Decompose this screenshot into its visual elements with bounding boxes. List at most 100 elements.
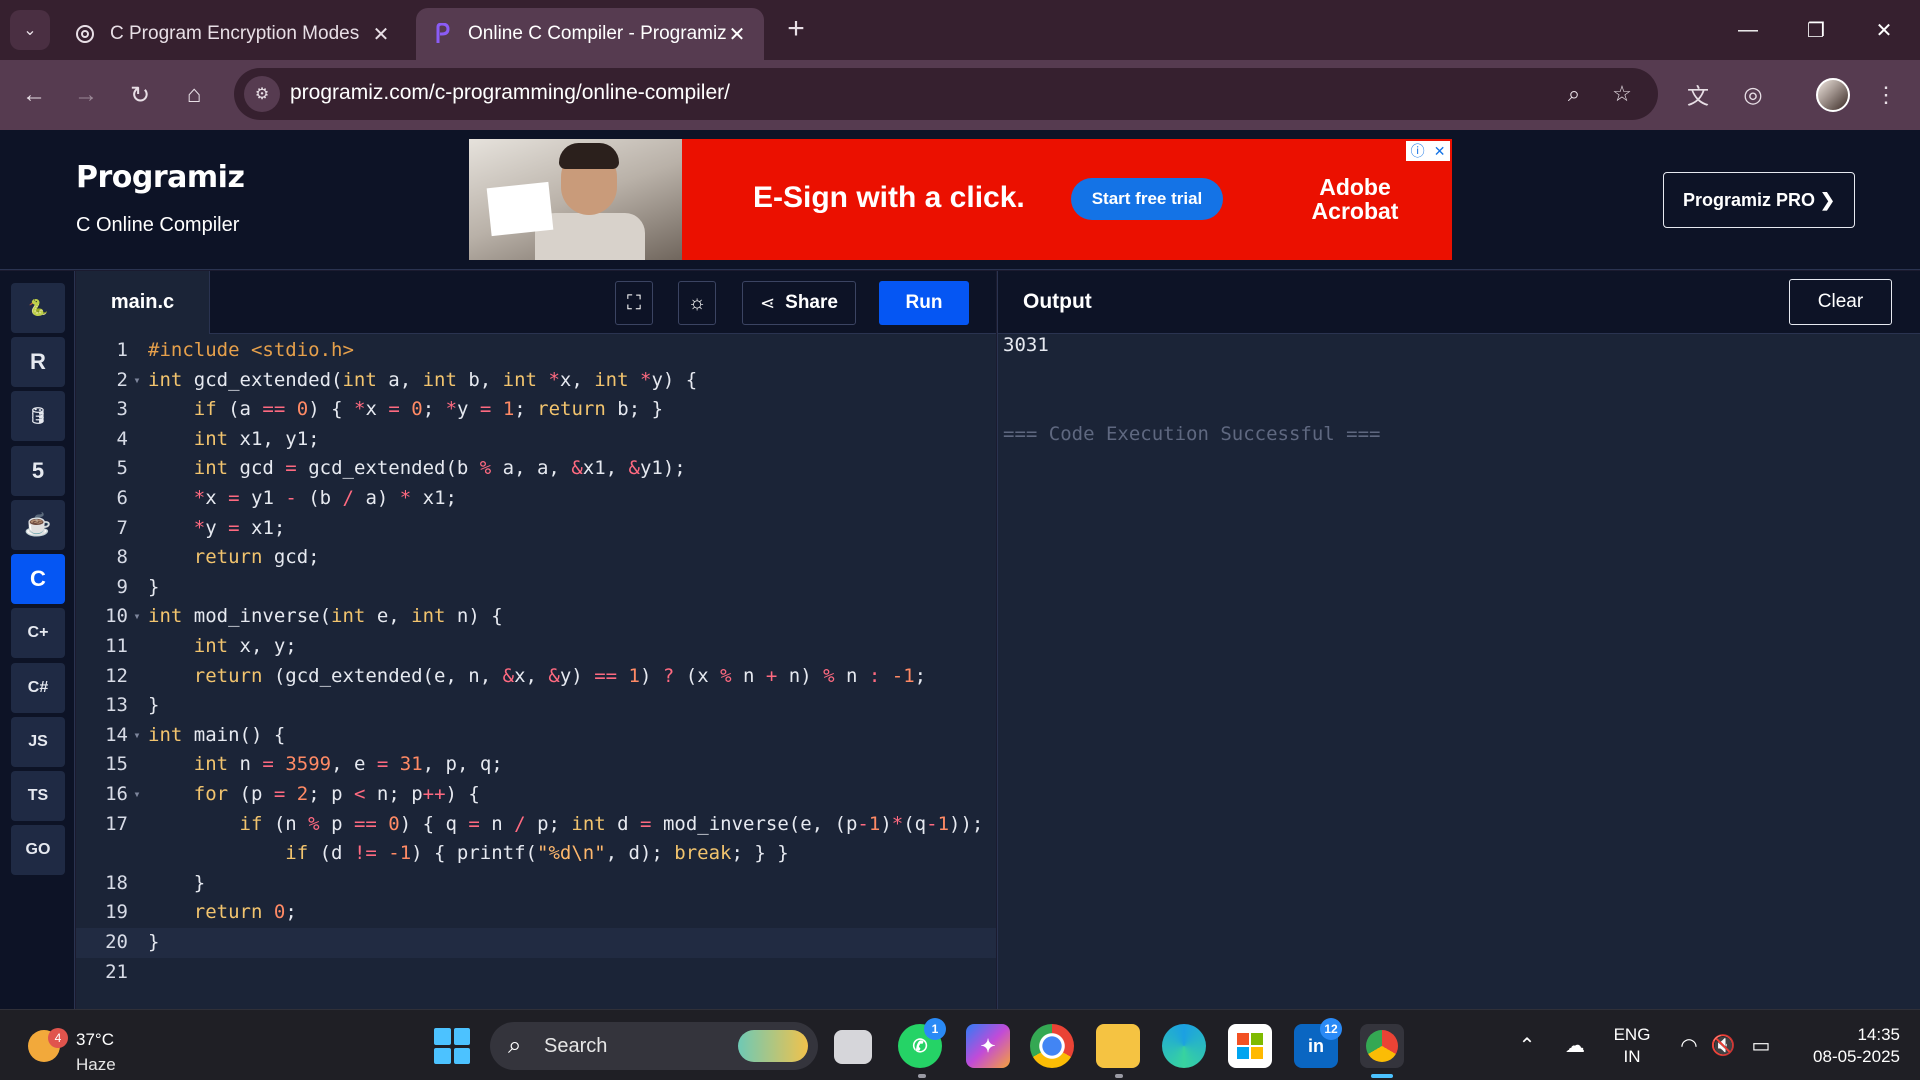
zoom-icon[interactable]: ⌕ [1560,80,1588,108]
weather-widget[interactable]: 4 37°C Haze [24,1020,174,1074]
browser-tab-programiz[interactable]: Online C Compiler - Programiz ✕ [416,8,764,60]
close-tab-icon[interactable]: ✕ [726,22,748,47]
new-tab-button[interactable]: + [780,14,812,46]
close-tab-icon[interactable]: ✕ [370,22,392,47]
copilot-icon[interactable]: ✦ [966,1024,1010,1068]
language-sidebar: 🐍 R 🛢 5 ☕ C C+ C# JS TS GO [0,271,75,1009]
theme-toggle-button[interactable]: ☼ [678,281,716,325]
code-line[interactable]: 2 ▾ int gcd_extended(int a, int b, int *x,… [76,366,996,396]
language-go-button[interactable]: GO [11,825,65,875]
code-text: int gcd = gcd_extended(b % a, a, &x1, &y… [193,457,686,480]
language-js-button[interactable]: JS [11,717,65,767]
tab-search-button[interactable]: ⌄ [10,10,50,50]
file-tab-main-c[interactable]: main.c [76,271,210,334]
code-line[interactable]: 1 #include <stdio.h> [76,336,996,366]
fold-caret-icon[interactable]: ▾ [130,602,144,632]
run-button[interactable]: Run [879,281,969,325]
code-line[interactable]: 11 int x, y; [76,632,996,662]
linkedin-icon[interactable]: in 12 [1294,1018,1342,1068]
system-clock[interactable]: 14:35 08-05-2025 [1794,1024,1900,1068]
code-line[interactable]: 10 ▾ int mod_inverse(int e, int n) { [76,602,996,632]
output-console: 3031 === Code Execution Successful === [997,334,1920,1009]
language-python-button[interactable]: 🐍 [11,283,65,333]
edge-icon[interactable] [1162,1024,1206,1068]
clock-date: 08-05-2025 [1813,1047,1900,1066]
language-ts-button[interactable]: TS [11,771,65,821]
profile-avatar[interactable] [1816,78,1850,112]
ad-brand: Adobe Acrobat [1295,175,1415,223]
java-icon: ☕ [24,512,52,537]
ad-brand-line1: Adobe [1319,174,1391,200]
code-line[interactable]: 12 return (gcd_extended(e, n, &x, &y) ==… [76,662,996,692]
code-line[interactable]: 7 *y = x1; [76,514,996,544]
code-line[interactable]: 19 return 0; [76,898,996,928]
code-line[interactable]: if (d != -1) { printf("%d\n", d); break;… [76,839,996,869]
wifi-icon[interactable]: ◠ [1674,1030,1704,1060]
translate-icon[interactable]: 文 [1680,77,1716,113]
fold-caret-icon[interactable]: ▾ [130,721,144,751]
minimize-button[interactable]: — [1720,10,1776,50]
language-java-button[interactable]: ☕ [11,500,65,550]
browser-tab-chatgpt[interactable]: C Program Encryption Modes ✕ [58,8,408,60]
code-line[interactable]: 4 int x1, y1; [76,425,996,455]
code-editor[interactable]: 1 #include <stdio.h> 2 ▾ int gcd_extended(in… [76,334,996,1009]
ad-cta-button[interactable]: Start free trial [1071,178,1223,220]
microsoft-store-icon[interactable] [1228,1024,1272,1068]
line-number: 14 [105,723,128,746]
code-line[interactable]: 3 if (a == 0) { *x = 0; *y = 1; return b… [76,395,996,425]
code-line[interactable]: 20} [76,928,996,958]
url-text[interactable]: programiz.com/c-programming/online-compi… [290,81,730,105]
advertisement-banner[interactable]: E-Sign with a click. Start free trial Ad… [469,139,1452,260]
language-csharp-button[interactable]: C# [11,663,65,713]
reload-button[interactable]: ↻ [120,75,160,115]
chrome-profile-icon[interactable] [1360,1024,1404,1068]
restore-button[interactable]: ❐ [1788,10,1844,50]
language-sql-button[interactable]: 🛢 [11,391,65,441]
fold-caret-icon[interactable]: ▾ [130,780,144,810]
code-line[interactable]: 6 *x = y1 - (b / a) * x1; [76,484,996,514]
line-number: 12 [105,664,128,687]
home-button[interactable]: ⌂ [174,75,214,115]
whatsapp-icon[interactable]: ✆ 1 [898,1018,946,1068]
code-line[interactable]: 18 } [76,869,996,899]
language-html-button[interactable]: 5 [11,446,65,496]
menu-kebab-icon[interactable]: ⋮ [1868,77,1904,113]
language-c-button[interactable]: C [11,554,65,604]
start-button[interactable] [434,1028,470,1064]
screenshot-icon[interactable]: ◎ [1735,77,1771,113]
code-line[interactable]: 17 if (n % p == 0) { q = n / p; int d = … [76,810,996,840]
show-hidden-icons[interactable]: ⌃ [1512,1030,1542,1060]
ad-choices-icon[interactable]: ⓘ ✕ [1406,141,1450,161]
file-explorer-icon[interactable] [1096,1024,1140,1068]
onedrive-icon[interactable]: ☁ [1560,1030,1590,1060]
code-line[interactable]: 5 int gcd = gcd_extended(b % a, a, &x1, … [76,454,996,484]
code-line[interactable]: 21 [76,958,996,988]
programiz-logo[interactable]: Programiz [76,160,245,195]
code-line[interactable]: 16 ▾ for (p = 2; p < n; p++) { [76,780,996,810]
language-r-button[interactable]: R [11,337,65,387]
clear-button[interactable]: Clear [1789,279,1892,325]
speaker-muted-icon[interactable]: 🔇 [1708,1030,1738,1060]
taskbar-search[interactable]: ⌕ Search [490,1022,818,1070]
input-language-indicator[interactable]: ENG IN [1612,1024,1652,1068]
chrome-icon[interactable] [1030,1024,1074,1068]
code-line[interactable]: 14 ▾ int main() { [76,721,996,751]
code-line[interactable]: 9} [76,573,996,603]
code-line[interactable]: 15 int n = 3599, e = 31, p, q; [76,750,996,780]
share-button[interactable]: ⋖ Share [742,281,856,325]
code-line[interactable]: 13} [76,691,996,721]
bookmark-star-icon[interactable]: ☆ [1608,80,1636,108]
fold-caret-icon[interactable]: ▾ [130,366,144,396]
close-window-button[interactable]: ✕ [1856,10,1912,50]
fullscreen-button[interactable]: ⛶ [615,281,653,325]
code-line[interactable]: 8 return gcd; [76,543,996,573]
battery-icon[interactable]: ▭ [1746,1030,1776,1060]
back-button[interactable]: ← [14,75,54,115]
task-view-icon[interactable] [834,1030,872,1064]
language-cpp-button[interactable]: C+ [11,608,65,658]
site-info-icon[interactable]: ⚙ [244,76,280,112]
programiz-pro-button[interactable]: Programiz PRO ❯ [1663,172,1855,228]
forward-button[interactable]: → [66,75,106,115]
address-bar[interactable]: ⚙ programiz.com/c-programming/online-com… [234,68,1658,120]
lang-line2: IN [1623,1047,1641,1066]
